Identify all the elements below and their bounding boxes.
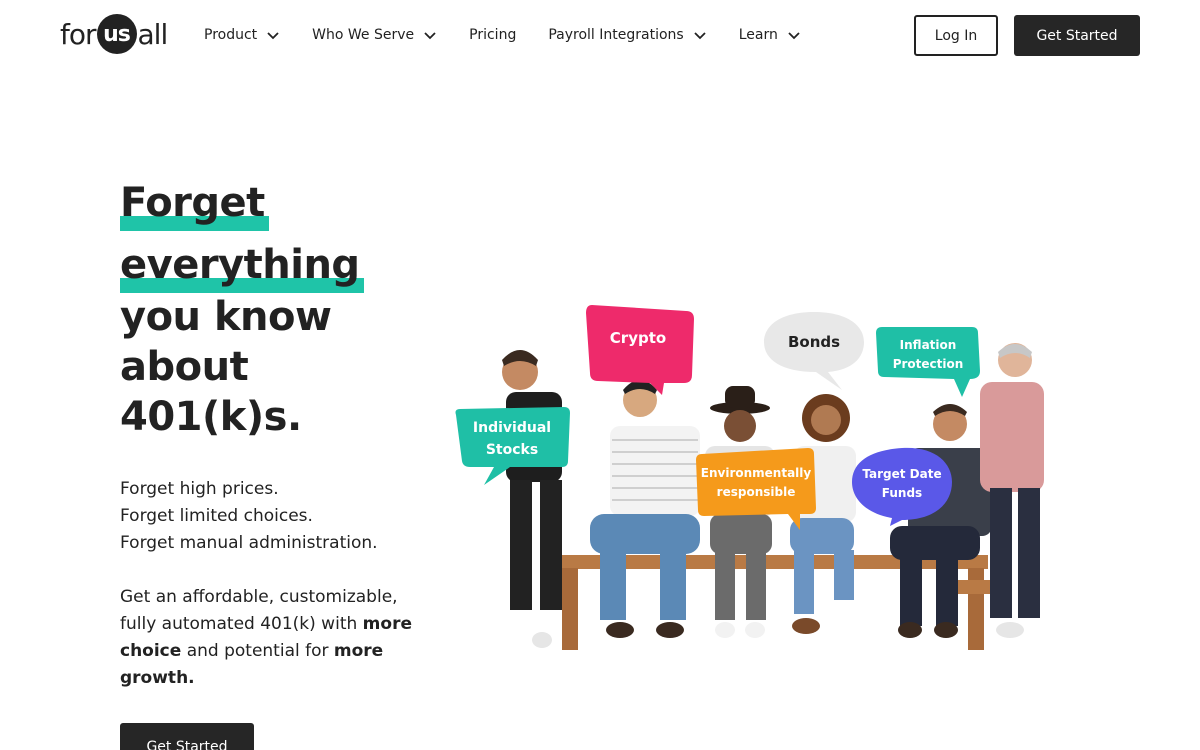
bubble-label: Funds (881, 486, 923, 500)
login-button[interactable]: Log In (914, 15, 998, 56)
hero-get-started-button[interactable]: Get Started (120, 723, 254, 750)
hero-title-highlight: everything (120, 242, 364, 293)
get-started-button[interactable]: Get Started (1014, 15, 1140, 56)
hero-title-line: you know (120, 294, 332, 340)
hero-title: Forget everything you know about 401(k)s… (120, 178, 440, 440)
bubble-crypto-label: Crypto (609, 329, 667, 347)
bubble-target-date-funds-label: Target Date Funds (854, 464, 950, 504)
main-nav: Product Who We Serve Pricing Payroll Int… (204, 24, 833, 46)
nav-item-payroll-integrations[interactable]: Payroll Integrations (548, 24, 706, 46)
bubble-environmentally-responsible-label: Environmentally responsible (698, 460, 814, 506)
bubble-label: responsible (716, 485, 796, 499)
chevron-down-icon (266, 28, 280, 42)
bubble-individual-stocks-label: Individual Stocks (458, 413, 566, 465)
chevron-down-icon (423, 28, 437, 42)
desc-text: Get an affordable, customizable, fully a… (120, 587, 398, 634)
bubble-label: Stocks (485, 442, 539, 458)
logo-text-us: us (96, 14, 137, 54)
hero-title-line: everything (120, 240, 440, 293)
bubble-label: Protection (892, 357, 964, 371)
logo-text-for: for (60, 17, 96, 51)
nav-item-product[interactable]: Product (204, 24, 280, 46)
hero-title-line: 401(k)s. (120, 394, 302, 440)
forusall-logo[interactable]: for us all (60, 14, 169, 54)
chevron-down-icon (787, 28, 801, 42)
nav-item-label: Pricing (469, 27, 517, 43)
hero-illustration: Individual Stocks Crypto Bonds Inflation… (450, 300, 1050, 670)
nav-item-who-we-serve[interactable]: Who We Serve (312, 24, 437, 46)
hero-description: Get an affordable, customizable, fully a… (120, 584, 430, 692)
hero-title-line: Forget (120, 178, 440, 231)
nav-item-label: Payroll Integrations (548, 27, 684, 43)
bubble-bonds-label: Bonds (787, 333, 841, 351)
logo-text-all: all (137, 17, 169, 51)
nav-item-pricing[interactable]: Pricing (469, 24, 516, 46)
bubble-label: Individual (472, 420, 552, 436)
site-header: for us all Product Who We Serve Pricing … (0, 0, 1200, 72)
forget-line: Forget manual administration. (120, 533, 378, 553)
nav-item-label: Who We Serve (312, 27, 415, 43)
hero-forget-list: Forget high prices. Forget limited choic… (120, 476, 378, 557)
desc-text: and potential for (181, 641, 334, 661)
forget-line: Forget limited choices. (120, 506, 313, 526)
forget-line: Forget high prices. (120, 479, 279, 499)
hero-title-line: about (120, 344, 249, 390)
bubble-label: Environmentally (700, 466, 812, 480)
bubble-inflation-protection-label: Inflation Protection (880, 333, 976, 377)
bubble-label: Inflation (899, 338, 957, 352)
bubble-label: Target Date (862, 467, 942, 481)
nav-item-label: Learn (738, 27, 778, 43)
hero-title-highlight: Forget (120, 180, 269, 231)
nav-item-label: Product (204, 27, 258, 43)
chevron-down-icon (693, 28, 707, 42)
nav-item-learn[interactable]: Learn (739, 24, 801, 46)
